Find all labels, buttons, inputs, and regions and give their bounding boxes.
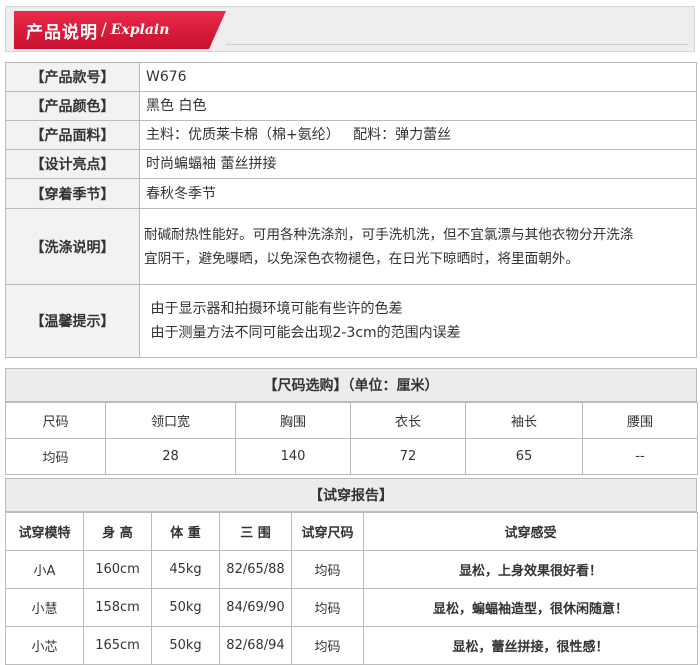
size-table-header-row: 尺码 领口宽 胸围 衣长 袖长 腰围 — [5, 402, 698, 439]
info-value-line: 黑色 白色 — [146, 98, 207, 114]
fit-table-row: 小慧 158cm 50kg 84/69/90 均码 显松，蝙蝠袖造型，很休闲随意… — [5, 588, 698, 627]
size-cell: 65 — [465, 438, 583, 475]
fit-header-cell: 三 围 — [219, 512, 292, 551]
fit-header-cell: 试穿模特 — [5, 512, 84, 551]
fit-cell: 45kg — [151, 550, 220, 589]
info-label: 【温馨提示】 — [6, 285, 140, 357]
info-label: 【设计亮点】 — [6, 150, 140, 178]
info-value: 主料：优质莱卡棉（棉+氨纶） 配料：弹力蕾丝 — [140, 121, 696, 149]
info-value-line: 时尚蝙蝠袖 蕾丝拼接 — [146, 156, 277, 172]
banner-divider — [226, 44, 688, 45]
info-value: 由于显示器和拍摄环境可能有些许的色差 由于测量方法不同可能会出现2-3cm的范围… — [140, 285, 696, 357]
fit-cell: 158cm — [83, 588, 152, 627]
fit-cell: 均码 — [291, 550, 364, 589]
size-cell: 28 — [105, 438, 236, 475]
fit-header-cell: 体 重 — [151, 512, 220, 551]
info-row-color: 【产品颜色】 黑色 白色 — [5, 91, 697, 120]
info-label: 【产品款号】 — [6, 63, 140, 91]
size-cell: 140 — [235, 438, 351, 475]
fit-table-header-row: 试穿模特 身 高 体 重 三 围 试穿尺码 试穿感受 — [5, 512, 698, 551]
info-value: 时尚蝙蝠袖 蕾丝拼接 — [140, 150, 696, 178]
info-value: 耐碱耐热性能好。可用各种洗涤剂，可手洗机洗，但不宜氯漂与其他衣物分开洗涤 宜阴干… — [140, 209, 696, 284]
size-section-header: 【尺码选购】（单位：厘米） — [5, 368, 697, 402]
info-value-line: 由于显示器和拍摄环境可能有些许的色差 — [146, 301, 403, 317]
info-value-line: 耐碱耐热性能好。可用各种洗涤剂，可手洗机洗，但不宜氯漂与其他衣物分开洗涤 — [144, 226, 634, 243]
info-value: 黑色 白色 — [140, 92, 696, 120]
info-row-style-number: 【产品款号】 W676 — [5, 62, 697, 91]
size-header-cell: 袖长 — [465, 402, 583, 439]
size-cell: -- — [582, 438, 698, 475]
banner-tab: 产品说明 / Explain — [14, 11, 226, 49]
fit-cell: 82/68/94 — [219, 626, 292, 665]
size-table-row: 均码 28 140 72 65 -- — [5, 438, 698, 475]
info-value-line: 宜阴干，避免曝晒，以免深色衣物褪色，在日光下晾晒时，将里面朝外。 — [144, 250, 579, 267]
fit-cell: 84/69/90 — [219, 588, 292, 627]
info-value: 春秋冬季节 — [140, 179, 696, 208]
fit-cell: 165cm — [83, 626, 152, 665]
fit-report-table: 试穿模特 身 高 体 重 三 围 试穿尺码 试穿感受 小A 160cm 45kg… — [5, 512, 698, 665]
fit-section-header: 【试穿报告】 — [5, 478, 697, 512]
fit-cell: 小芯 — [5, 626, 84, 665]
fit-cell: 均码 — [291, 588, 364, 627]
section-banner: 产品说明 / Explain — [5, 6, 695, 52]
fit-cell: 50kg — [151, 626, 220, 665]
fit-cell: 均码 — [291, 626, 364, 665]
info-value: W676 — [140, 63, 696, 91]
size-cell: 均码 — [5, 438, 106, 475]
fit-cell: 160cm — [83, 550, 152, 589]
info-label: 【产品面料】 — [6, 121, 140, 149]
fit-cell: 50kg — [151, 588, 220, 627]
size-header-cell: 衣长 — [350, 402, 466, 439]
info-row-season: 【穿着季节】 春秋冬季节 — [5, 178, 697, 208]
fit-section-title: 【试穿报告】 — [309, 488, 393, 504]
info-value-line: 由于测量方法不同可能会出现2-3cm的范围内误差 — [146, 325, 461, 341]
size-header-cell: 尺码 — [5, 402, 106, 439]
banner-title-en: Explain — [110, 22, 170, 38]
size-cell: 72 — [350, 438, 466, 475]
fit-header-cell: 身 高 — [83, 512, 152, 551]
product-info-table: 【产品款号】 W676 【产品颜色】 黑色 白色 【产品面料】 主料：优质莱卡棉… — [5, 62, 697, 358]
size-header-cell: 领口宽 — [105, 402, 236, 439]
info-row-fabric: 【产品面料】 主料：优质莱卡棉（棉+氨纶） 配料：弹力蕾丝 — [5, 120, 697, 149]
banner-separator: / — [101, 20, 107, 40]
fit-feeling-cell: 显松，上身效果很好看！ — [363, 550, 698, 589]
fit-table-row: 小A 160cm 45kg 82/65/88 均码 显松，上身效果很好看！ — [5, 550, 698, 589]
banner-title-cn: 产品说明 — [26, 22, 98, 43]
info-value-line: 春秋冬季节 — [146, 185, 216, 202]
info-value-line: 主料：优质莱卡棉（棉+氨纶） 配料：弹力蕾丝 — [146, 127, 452, 143]
fit-header-cell: 试穿感受 — [363, 512, 698, 551]
size-header-cell: 胸围 — [235, 402, 351, 439]
fit-header-cell: 试穿尺码 — [291, 512, 364, 551]
info-label: 【穿着季节】 — [6, 179, 140, 208]
info-row-tips: 【温馨提示】 由于显示器和拍摄环境可能有些许的色差 由于测量方法不同可能会出现2… — [5, 284, 697, 358]
info-label: 【产品颜色】 — [6, 92, 140, 120]
size-section-title: 【尺码选购】（单位：厘米） — [263, 378, 439, 394]
fit-cell: 小A — [5, 550, 84, 589]
size-header-cell: 腰围 — [582, 402, 698, 439]
info-label: 【洗涤说明】 — [6, 209, 140, 284]
info-row-washing: 【洗涤说明】 耐碱耐热性能好。可用各种洗涤剂，可手洗机洗，但不宜氯漂与其他衣物分… — [5, 208, 697, 284]
fit-feeling-cell: 显松，蕾丝拼接，很性感！ — [363, 626, 698, 665]
info-value-line: W676 — [146, 69, 187, 85]
fit-cell: 小慧 — [5, 588, 84, 627]
fit-table-row: 小芯 165cm 50kg 82/68/94 均码 显松，蕾丝拼接，很性感！ — [5, 626, 698, 665]
size-table: 尺码 领口宽 胸围 衣长 袖长 腰围 均码 28 140 72 65 -- — [5, 402, 698, 475]
fit-feeling-cell: 显松，蝙蝠袖造型，很休闲随意！ — [363, 588, 698, 627]
info-row-highlights: 【设计亮点】 时尚蝙蝠袖 蕾丝拼接 — [5, 149, 697, 178]
fit-cell: 82/65/88 — [219, 550, 292, 589]
